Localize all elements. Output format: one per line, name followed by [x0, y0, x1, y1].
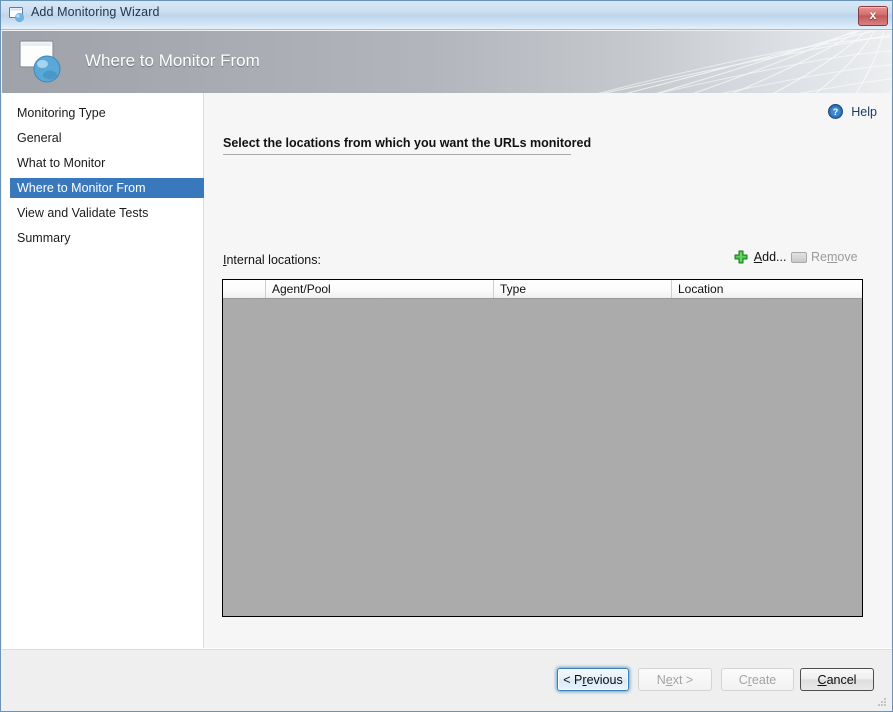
heading-underline: [223, 154, 571, 155]
next-label-pre: N: [656, 672, 666, 687]
internal-locations-grid[interactable]: Agent/Pool Type Location: [222, 279, 863, 617]
add-accel: A: [753, 250, 763, 264]
sidebar-item-summary[interactable]: Summary: [10, 228, 204, 248]
sidebar-item-general[interactable]: General: [10, 128, 204, 148]
sidebar-item-view-and-validate-tests[interactable]: View and Validate Tests: [10, 203, 204, 223]
add-location-button[interactable]: Add...: [734, 250, 786, 268]
sidebar-item-what-to-monitor[interactable]: What to Monitor: [10, 153, 204, 173]
cancel-label-post: ancel: [826, 672, 857, 687]
next-accel: e: [665, 672, 673, 687]
remove-bar-icon: [791, 252, 807, 263]
window-icon: [9, 7, 26, 23]
create-button[interactable]: Create: [721, 668, 794, 691]
close-icon: x: [869, 8, 877, 22]
banner-monitor-globe-icon: [19, 39, 67, 85]
wizard-footer: < Previous Next > Create Cancel: [2, 648, 891, 710]
help-label: Help: [851, 105, 877, 119]
add-label: dd...: [762, 250, 787, 264]
banner-heading: Where to Monitor From: [85, 51, 260, 70]
cancel-button[interactable]: Cancel: [800, 668, 874, 691]
close-button[interactable]: x: [858, 6, 888, 26]
grid-header-row: Agent/Pool Type Location: [223, 280, 862, 299]
resize-grip[interactable]: [875, 695, 887, 707]
green-plus-icon: [734, 250, 748, 264]
wizard-content-pane: ? Help Select the locations from which y…: [204, 93, 891, 648]
next-button[interactable]: Next >: [638, 668, 712, 691]
remove-location-button: Remove: [791, 250, 858, 268]
svg-text:?: ?: [833, 107, 839, 117]
window-title: Add Monitoring Wizard: [31, 5, 160, 19]
title-bar: Add Monitoring Wizard x: [1, 1, 892, 30]
section-heading: Select the locations from which you want…: [223, 136, 592, 150]
help-question-icon: ?: [827, 104, 843, 119]
sidebar-item-where-to-monitor-from[interactable]: Where to Monitor From: [10, 178, 204, 198]
internal-locations-label: Internal locations:: [223, 253, 321, 267]
footer-separator: [2, 649, 891, 650]
grid-body-empty[interactable]: [223, 299, 862, 616]
remove-label-pre: Re: [811, 250, 827, 264]
grid-column-selector[interactable]: [223, 280, 266, 298]
remove-label-post: ove: [837, 250, 858, 264]
previous-button[interactable]: < Previous: [557, 668, 629, 691]
create-label-post: eate: [751, 672, 777, 687]
wizard-banner: Where to Monitor From: [2, 31, 891, 93]
create-label-pre: C: [738, 672, 748, 687]
sidebar-item-monitoring-type[interactable]: Monitoring Type: [10, 103, 204, 123]
previous-label-post: evious: [586, 672, 623, 687]
grid-column-agent-pool[interactable]: Agent/Pool: [266, 280, 494, 298]
cancel-accel: C: [817, 672, 827, 687]
help-link[interactable]: ? Help: [827, 104, 877, 120]
wizard-step-sidebar: Monitoring Type General What to Monitor …: [2, 93, 204, 648]
internal-locations-text: nternal locations:: [226, 253, 321, 267]
banner-mesh-decoration: [597, 31, 891, 93]
add-monitoring-wizard-window: Add Monitoring Wizard x Where to Monitor…: [0, 0, 893, 712]
next-label-post: xt >: [672, 672, 694, 687]
remove-accel: m: [826, 250, 838, 264]
previous-label-pre: < P: [563, 672, 583, 687]
grid-column-location[interactable]: Location: [672, 280, 862, 298]
grid-column-type[interactable]: Type: [494, 280, 672, 298]
